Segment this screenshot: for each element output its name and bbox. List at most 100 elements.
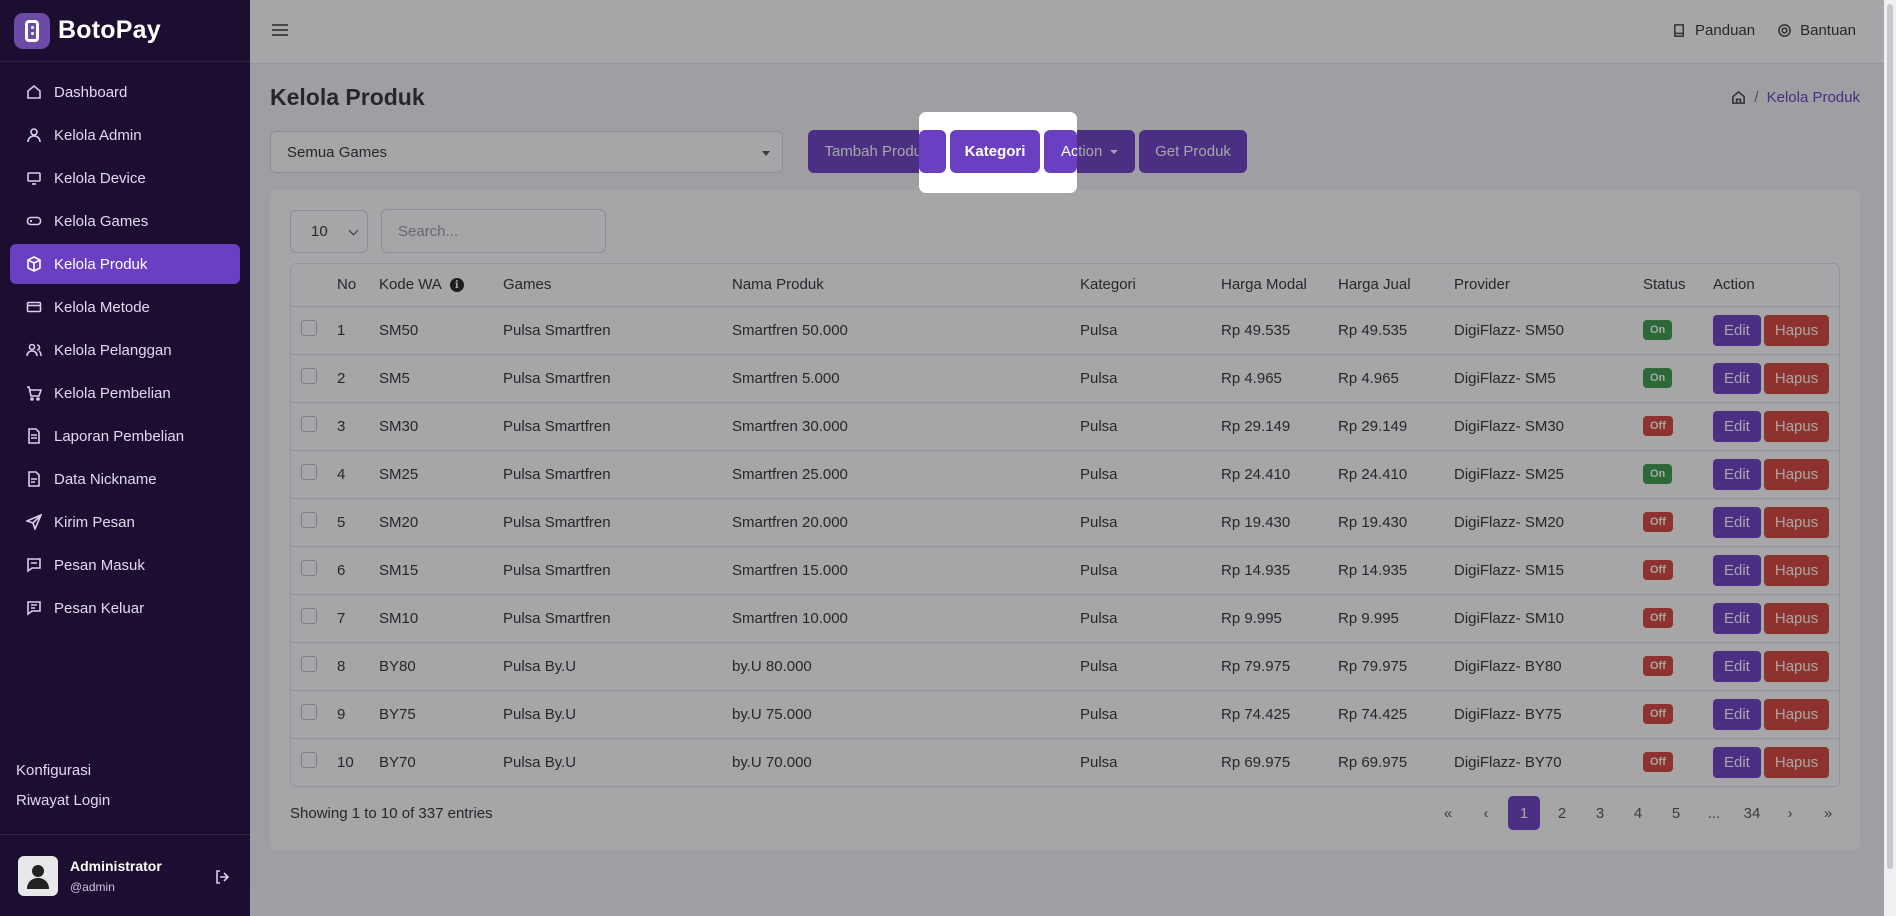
avatar[interactable] [18, 855, 58, 896]
page-button[interactable]: « [1432, 796, 1464, 830]
status-badge[interactable]: Off [1643, 512, 1673, 532]
page-scrollbar[interactable] [1884, 0, 1896, 916]
header-provider[interactable]: Provider [1454, 264, 1643, 307]
page-length-select[interactable]: 10 [290, 210, 368, 253]
hapus-button[interactable]: Hapus [1763, 506, 1830, 538]
sidebar-item-laporan-pembelian[interactable]: Laporan Pembelian [10, 416, 240, 456]
status-badge[interactable]: Off [1643, 416, 1673, 436]
edit-button[interactable]: Edit [1713, 650, 1761, 682]
get-produk-button[interactable]: Get Produk [1139, 130, 1247, 173]
sidebar-item-kelola-pelanggan[interactable]: Kelola Pelanggan [10, 330, 240, 370]
sidebar-item-pesan-keluar[interactable]: Pesan Keluar [10, 588, 240, 628]
cell-status: On [1643, 306, 1713, 355]
link-bantuan[interactable]: Bantuan [1777, 22, 1856, 39]
hapus-button[interactable]: Hapus [1763, 362, 1830, 394]
link-panduan[interactable]: Panduan [1672, 22, 1755, 39]
page-button[interactable]: 5 [1660, 796, 1692, 830]
sidebar-item-kelola-device[interactable]: Kelola Device [10, 158, 240, 198]
page-button[interactable]: ‹ [1470, 796, 1502, 830]
edit-button[interactable]: Edit [1713, 410, 1761, 442]
edit-button[interactable]: Edit [1713, 314, 1761, 346]
sidebar-item-kelola-produk[interactable]: Kelola Produk [10, 244, 240, 284]
hapus-button[interactable]: Hapus [1763, 746, 1830, 778]
edit-button[interactable]: Edit [1713, 506, 1761, 538]
row-select-cell [291, 450, 337, 499]
row-checkbox[interactable] [301, 656, 317, 672]
status-badge[interactable]: Off [1643, 608, 1673, 628]
hapus-button[interactable]: Hapus [1763, 602, 1830, 634]
sidebar-item-kelola-games[interactable]: Kelola Games [10, 201, 240, 241]
header-harga-modal[interactable]: Harga Modal [1221, 264, 1338, 307]
info-icon[interactable]: i [449, 278, 464, 293]
logout-icon[interactable] [214, 869, 230, 885]
row-checkbox[interactable] [301, 608, 317, 624]
sidebar-item-pesan-masuk[interactable]: Pesan Masuk [10, 545, 240, 585]
status-badge[interactable]: On [1643, 368, 1673, 388]
row-checkbox[interactable] [301, 512, 317, 528]
sidebar-item-kirim-pesan[interactable]: Kirim Pesan [10, 502, 240, 542]
header-harga-jual[interactable]: Harga Jual [1338, 264, 1454, 307]
page-button[interactable]: 34 [1736, 796, 1768, 830]
edit-button[interactable]: Edit [1713, 698, 1761, 730]
page-button[interactable]: 2 [1546, 796, 1578, 830]
search-input[interactable] [381, 209, 606, 253]
cell-provider: DigiFlazz- BY75 [1454, 690, 1643, 739]
edit-button[interactable]: Edit [1713, 746, 1761, 778]
edit-button[interactable]: Edit [1713, 554, 1761, 586]
row-select-cell [291, 402, 337, 451]
header-status[interactable]: Status [1643, 264, 1713, 307]
edit-button[interactable]: Edit [1713, 602, 1761, 634]
page-button[interactable]: 3 [1584, 796, 1616, 830]
menu-toggle-icon[interactable] [272, 24, 288, 38]
hapus-button[interactable]: Hapus [1763, 698, 1830, 730]
page-button[interactable]: » [1812, 796, 1844, 830]
sidebar-item-dashboard[interactable]: Dashboard [10, 72, 240, 112]
games-filter-select[interactable]: Semua Games [270, 131, 783, 173]
edit-button[interactable]: Edit [1713, 458, 1761, 490]
cell-harga-jual: Rp 9.995 [1338, 594, 1454, 643]
edit-button[interactable]: Edit [1713, 362, 1761, 394]
sidebar-item-kelola-admin[interactable]: Kelola Admin [10, 115, 240, 155]
hapus-button[interactable]: Hapus [1763, 410, 1830, 442]
header-no[interactable]: No [337, 264, 379, 307]
row-checkbox[interactable] [301, 704, 317, 720]
home-icon[interactable] [1731, 90, 1746, 105]
page-button[interactable]: 4 [1622, 796, 1654, 830]
row-checkbox[interactable] [301, 368, 317, 384]
kategori-button-highlight[interactable]: Kategori [950, 130, 1040, 173]
sidebar-item-kelola-metode[interactable]: Kelola Metode [10, 287, 240, 327]
hapus-button[interactable]: Hapus [1763, 314, 1830, 346]
status-badge[interactable]: Off [1643, 656, 1673, 676]
status-badge[interactable]: Off [1643, 752, 1673, 773]
row-checkbox[interactable] [301, 560, 317, 576]
status-badge[interactable]: On [1643, 464, 1673, 484]
status-badge[interactable]: On [1643, 320, 1673, 340]
status-badge[interactable]: Off [1643, 560, 1673, 580]
row-checkbox[interactable] [301, 416, 317, 432]
row-checkbox[interactable] [301, 464, 317, 480]
page-button[interactable]: 1 [1508, 796, 1540, 830]
cell-kode-wa: SM5 [379, 354, 503, 403]
row-checkbox[interactable] [301, 320, 317, 336]
header-nama-produk[interactable]: Nama Produk [732, 264, 1080, 307]
sidebar-item-kelola-pembelian[interactable]: Kelola Pembelian [10, 373, 240, 413]
hapus-button[interactable]: Hapus [1763, 554, 1830, 586]
sidebar-item-data-nickname[interactable]: Data Nickname [10, 459, 240, 499]
header-kategori[interactable]: Kategori [1080, 264, 1221, 307]
games-filter-value: Semua Games [287, 143, 388, 161]
row-checkbox[interactable] [301, 752, 317, 769]
header-games[interactable]: Games [503, 264, 732, 307]
credit-card-icon [26, 299, 42, 315]
hapus-button[interactable]: Hapus [1763, 458, 1830, 490]
scrollbar-thumb[interactable] [1887, 4, 1893, 869]
status-badge[interactable]: Off [1643, 704, 1673, 724]
header-kode-wa[interactable]: Kode WA i [379, 264, 503, 307]
hapus-button[interactable]: Hapus [1763, 650, 1830, 682]
brand[interactable]: BotoPay [0, 0, 250, 62]
sidebar-link-konfigurasi[interactable]: Konfigurasi [16, 762, 110, 779]
page-button[interactable]: › [1774, 796, 1806, 830]
table-row: 6 SM15 Pulsa Smartfren Smartfren 15.000 Puls… [291, 546, 1839, 595]
table-header-row: No Kode WA i Games Nama Produk Kategori H… [291, 264, 1839, 307]
cell-kode-wa: BY80 [379, 642, 503, 691]
sidebar-link-riwayat-login[interactable]: Riwayat Login [16, 792, 110, 809]
